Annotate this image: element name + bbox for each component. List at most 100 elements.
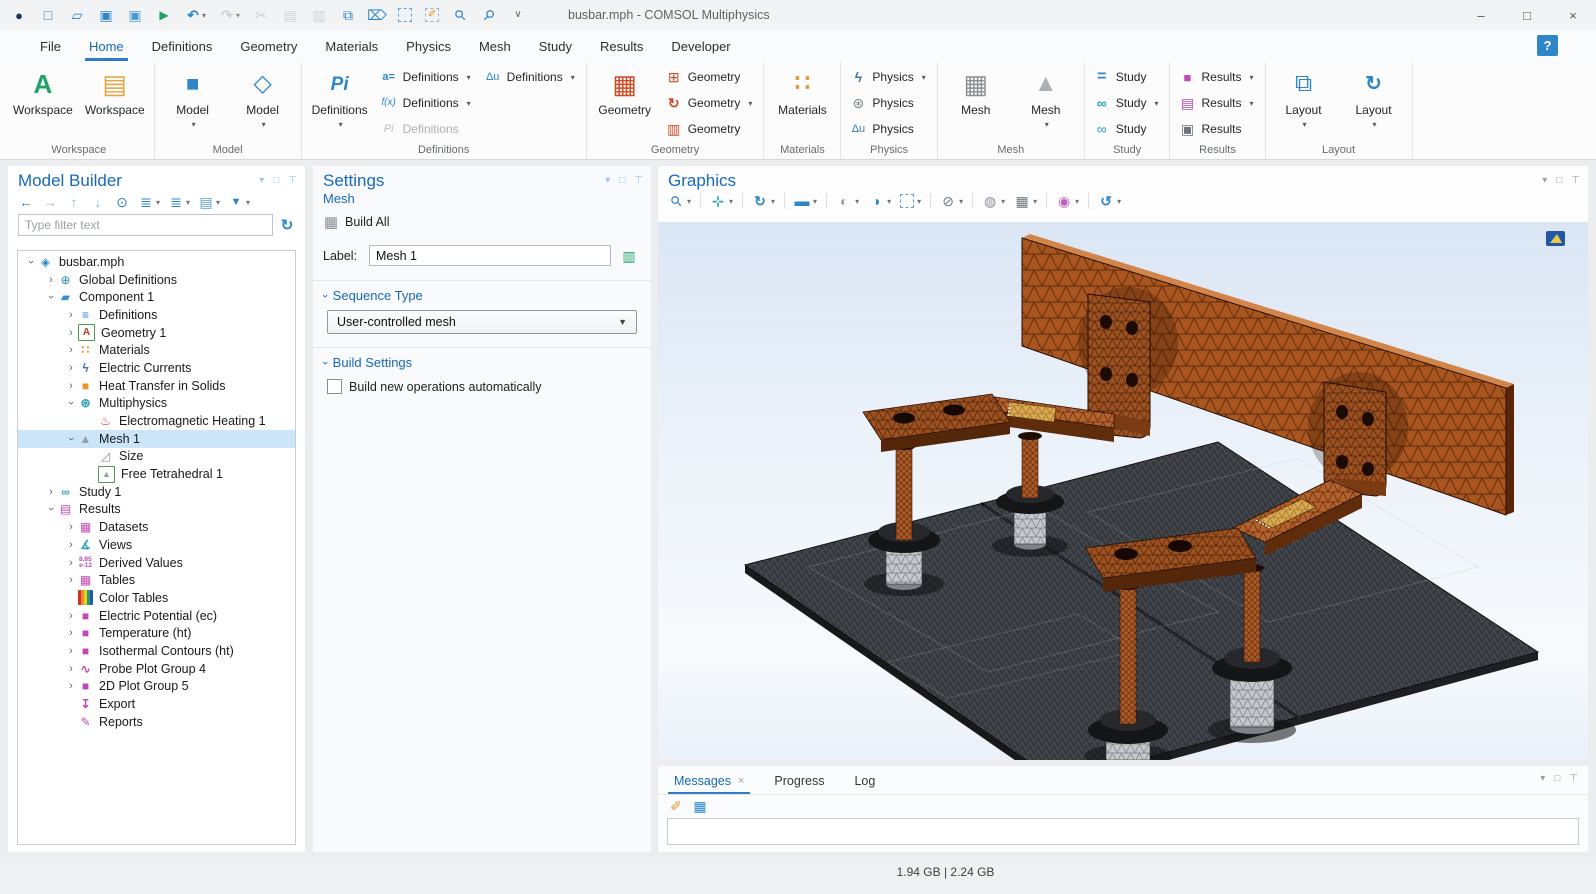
ribbon-tab[interactable]: Home: [75, 30, 138, 62]
tree-chevron-icon[interactable]: [64, 397, 78, 409]
ribbon-tab[interactable]: Developer: [657, 30, 744, 62]
tree-toolbar-button[interactable]: ▾: [198, 194, 220, 210]
tree-node[interactable]: Temperature (ht): [18, 624, 295, 642]
tree-node[interactable]: 2D Plot Group 5: [18, 678, 295, 696]
panel-pin-icon[interactable]: ⊤: [634, 175, 643, 186]
tree-chevron-icon[interactable]: [64, 344, 78, 356]
tree-chevron-icon[interactable]: [44, 486, 58, 498]
panel-float-icon[interactable]: □: [1556, 175, 1562, 186]
tree-node[interactable]: Mesh 1: [18, 430, 295, 448]
ribbon-button[interactable]: Definitions ▾: [381, 116, 473, 142]
close-button[interactable]: ×: [1550, 0, 1596, 30]
tree-node[interactable]: Materials: [18, 341, 295, 359]
tree-chevron-icon[interactable]: [64, 380, 78, 392]
ribbon-button[interactable]: Physics ▾: [850, 116, 927, 142]
tree-chevron-icon[interactable]: [44, 503, 58, 515]
tree-chevron-icon[interactable]: [64, 362, 78, 374]
filter-refresh-icon[interactable]: [279, 217, 295, 233]
panel-pin-icon[interactable]: ⊤: [288, 175, 297, 186]
tree-chevron-icon[interactable]: [44, 291, 58, 303]
paste[interactable]: ▾: [308, 5, 330, 25]
ribbon-button[interactable]: Materials ▾: [773, 64, 831, 143]
cut[interactable]: ▾: [250, 5, 272, 25]
graphics-toolbar-button[interactable]: ▾: [940, 193, 963, 209]
tree-chevron-icon[interactable]: [24, 256, 38, 268]
tree-chevron-icon[interactable]: [64, 557, 78, 569]
tree-node[interactable]: Results: [18, 501, 295, 519]
panel-menu-icon[interactable]: ▾: [1542, 175, 1547, 186]
tree-node[interactable]: Color Tables: [18, 589, 295, 607]
ribbon-button[interactable]: Study ▾: [1094, 90, 1161, 116]
ribbon-button[interactable]: Workspace ▾: [85, 64, 145, 143]
duplicate[interactable]: ▾: [337, 5, 359, 25]
ribbon-button[interactable]: Workspace ▾: [13, 64, 73, 143]
save-as[interactable]: ▾: [124, 5, 146, 25]
ribbon-tab[interactable]: Definitions: [138, 30, 227, 62]
ribbon-button[interactable]: Definitions ▾: [311, 64, 369, 143]
tree-node[interactable]: busbar.mph: [18, 253, 295, 271]
mesh-label-input[interactable]: [369, 245, 611, 266]
graphics-toolbar-button[interactable]: ▾: [752, 193, 775, 209]
graphics-toolbar-button[interactable]: ▾: [710, 193, 733, 209]
tree-node[interactable]: Electromagnetic Heating 1: [18, 412, 295, 430]
tree-filter-input[interactable]: [18, 214, 273, 236]
tree-node[interactable]: Size: [18, 448, 295, 466]
tree-toolbar-button[interactable]: ▾: [138, 194, 160, 210]
tree-chevron-icon[interactable]: [44, 274, 58, 286]
tree-node[interactable]: Component 1: [18, 288, 295, 306]
tree-node[interactable]: Global Definitions: [18, 271, 295, 289]
graphics-canvas[interactable]: [658, 222, 1588, 760]
redo[interactable]: ▾: [216, 5, 243, 25]
tree-toolbar-button[interactable]: ▾: [66, 194, 82, 210]
tree-chevron-icon[interactable]: [64, 539, 78, 551]
messages-tab[interactable]: Messages ×: [668, 768, 750, 794]
undo[interactable]: ▾: [182, 5, 209, 25]
ribbon-tab[interactable]: Results: [586, 30, 657, 62]
ribbon-button[interactable]: Definitions ▾: [381, 64, 473, 90]
tree-node[interactable]: Export: [18, 695, 295, 713]
tree-toolbar-button[interactable]: ▾: [18, 194, 34, 210]
tree-node[interactable]: Study 1: [18, 483, 295, 501]
ribbon-button[interactable]: Results ▾: [1179, 64, 1255, 90]
graphics-toolbar-button[interactable]: ▾: [982, 193, 1005, 209]
build-settings-section-header[interactable]: › Build Settings: [313, 348, 651, 375]
panel-pin-icon[interactable]: ⊤: [1571, 175, 1580, 186]
ribbon-button[interactable]: Definitions ▾: [381, 90, 473, 116]
tree-node[interactable]: Probe Plot Group 4: [18, 660, 295, 678]
tree-toolbar-button[interactable]: ▾: [168, 194, 190, 210]
tree-chevron-icon[interactable]: [64, 574, 78, 586]
graphics-toolbar-button[interactable]: ▾: [836, 193, 859, 209]
ribbon-tab[interactable]: Physics: [392, 30, 465, 62]
panel-menu-icon[interactable]: ▾: [1540, 773, 1545, 784]
graphics-toolbar-button[interactable]: ▾: [1098, 193, 1121, 209]
copy[interactable]: ▾: [279, 5, 301, 25]
help-button[interactable]: ?: [1537, 35, 1558, 56]
ribbon-button[interactable]: Layout ▾: [1345, 64, 1403, 143]
graphics-toolbar-button[interactable]: ▾: [794, 193, 817, 209]
ribbon-tab[interactable]: Study: [525, 30, 586, 62]
tree-node[interactable]: Views: [18, 536, 295, 554]
maximize-button[interactable]: □: [1504, 0, 1550, 30]
customize-toolbar[interactable]: ▾: [507, 5, 529, 25]
rename-button[interactable]: [617, 244, 641, 267]
graphics-toolbar-button[interactable]: ▾: [1056, 193, 1079, 209]
app-menu[interactable]: ▾: [8, 5, 30, 25]
ribbon-tab[interactable]: Geometry: [226, 30, 311, 62]
tree-node[interactable]: Heat Transfer in Solids: [18, 377, 295, 395]
ribbon-button[interactable]: Layout ▾: [1275, 64, 1333, 143]
messages-toolbar-button[interactable]: [692, 798, 708, 816]
tree-chevron-icon[interactable]: [64, 309, 78, 321]
tree-node[interactable]: Electric Currents: [18, 359, 295, 377]
ribbon-button[interactable]: Geometry ▾: [596, 64, 654, 143]
ribbon-button[interactable]: Geometry ▾: [666, 90, 755, 116]
tree-node[interactable]: Datasets: [18, 518, 295, 536]
panel-float-icon[interactable]: □: [273, 175, 279, 186]
tree-node[interactable]: Free Tetrahedral 1: [18, 465, 295, 483]
open-file[interactable]: ▾: [66, 5, 88, 25]
panel-float-icon[interactable]: □: [1554, 773, 1560, 784]
run[interactable]: ▾: [153, 5, 175, 25]
find-in-model[interactable]: ▾: [478, 5, 500, 25]
tree-node[interactable]: Reports: [18, 713, 295, 731]
ribbon-tab[interactable]: Materials: [311, 30, 392, 62]
tree-chevron-icon[interactable]: [64, 610, 78, 622]
